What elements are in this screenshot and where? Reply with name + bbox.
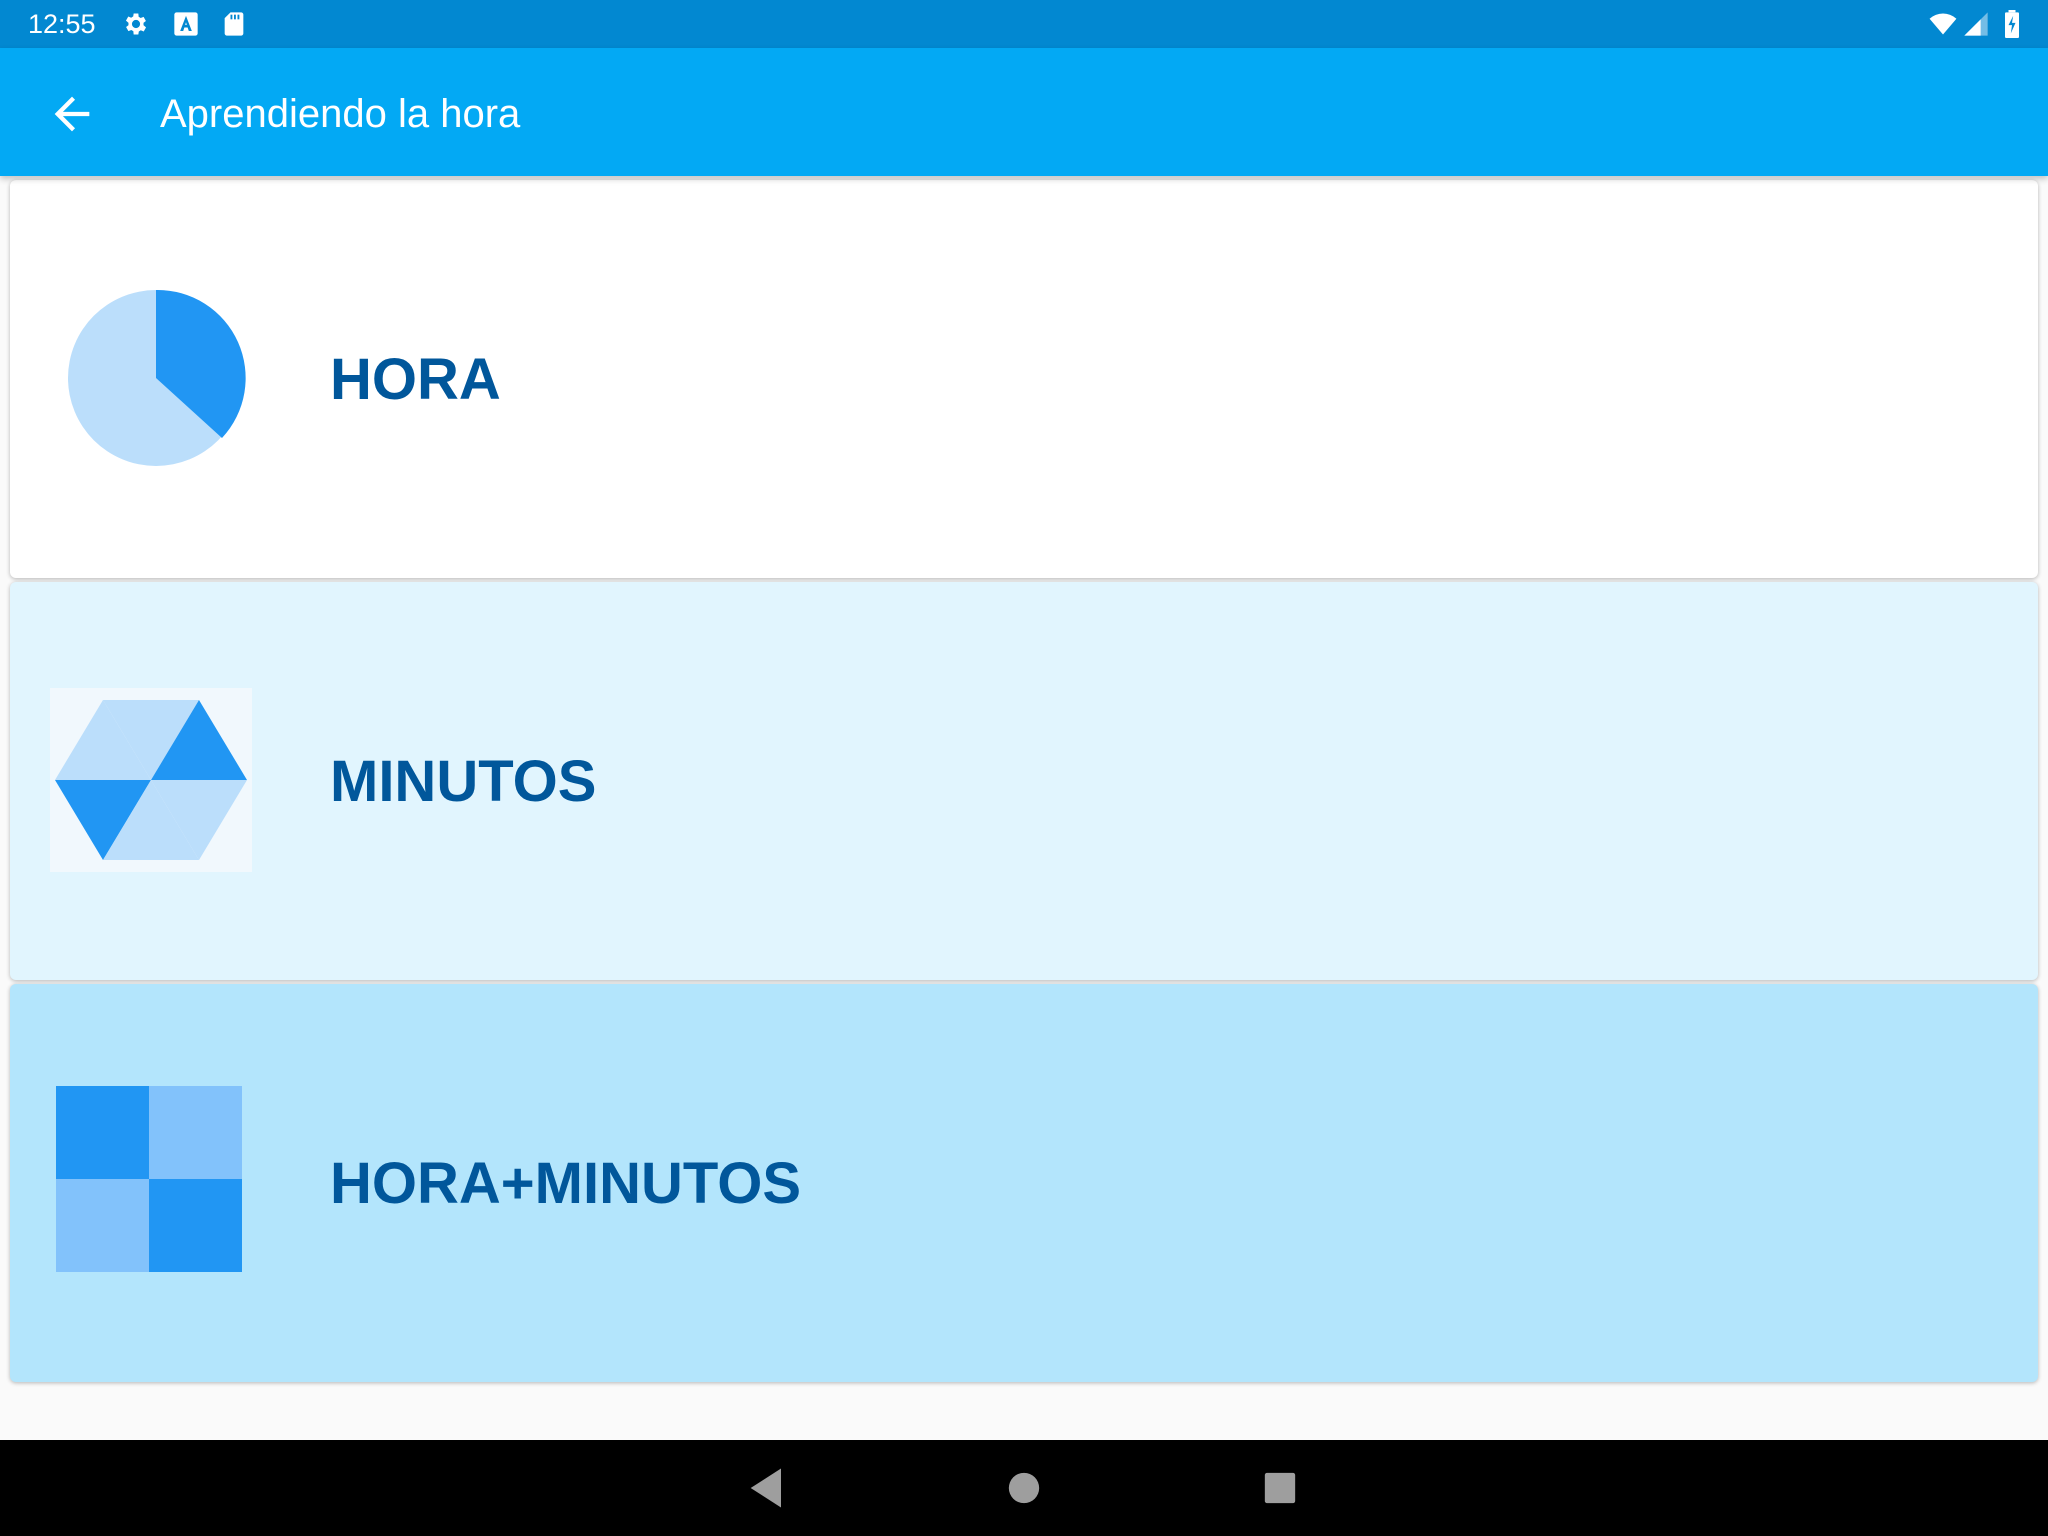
menu-item-label: HORA <box>330 347 501 412</box>
sd-card-icon <box>220 10 248 38</box>
menu-item-label: MINUTOS <box>330 749 597 814</box>
menu-item-minutos[interactable]: MINUTOS <box>10 582 2038 980</box>
recents-square-icon[interactable] <box>1254 1462 1306 1514</box>
home-circle-icon[interactable] <box>998 1462 1050 1514</box>
navigation-bar <box>0 1440 2048 1536</box>
page-title: Aprendiendo la hora <box>160 92 521 136</box>
app-bar: Aprendiendo la hora <box>0 48 2048 176</box>
battery-charging-icon <box>2002 10 2030 39</box>
wifi-icon <box>1928 10 1957 38</box>
menu-item-hora[interactable]: HORA <box>10 180 2038 578</box>
menu-item-label: HORA+MINUTOS <box>330 1151 802 1216</box>
status-time: 12:55 <box>28 9 96 39</box>
font-a-icon <box>172 10 200 38</box>
back-triangle-icon[interactable] <box>742 1462 794 1514</box>
signal-icon <box>1962 10 1990 38</box>
checkerboard-icon <box>56 1086 242 1277</box>
gear-icon <box>122 10 150 38</box>
menu-item-hora-minutos[interactable]: HORA+MINUTOS <box>10 984 2038 1382</box>
arrow-back-icon[interactable] <box>46 88 98 140</box>
hexagon-triangles-icon <box>50 688 252 877</box>
pie-chart-icon <box>64 286 248 475</box>
status-bar: 12:55 <box>0 0 2048 48</box>
